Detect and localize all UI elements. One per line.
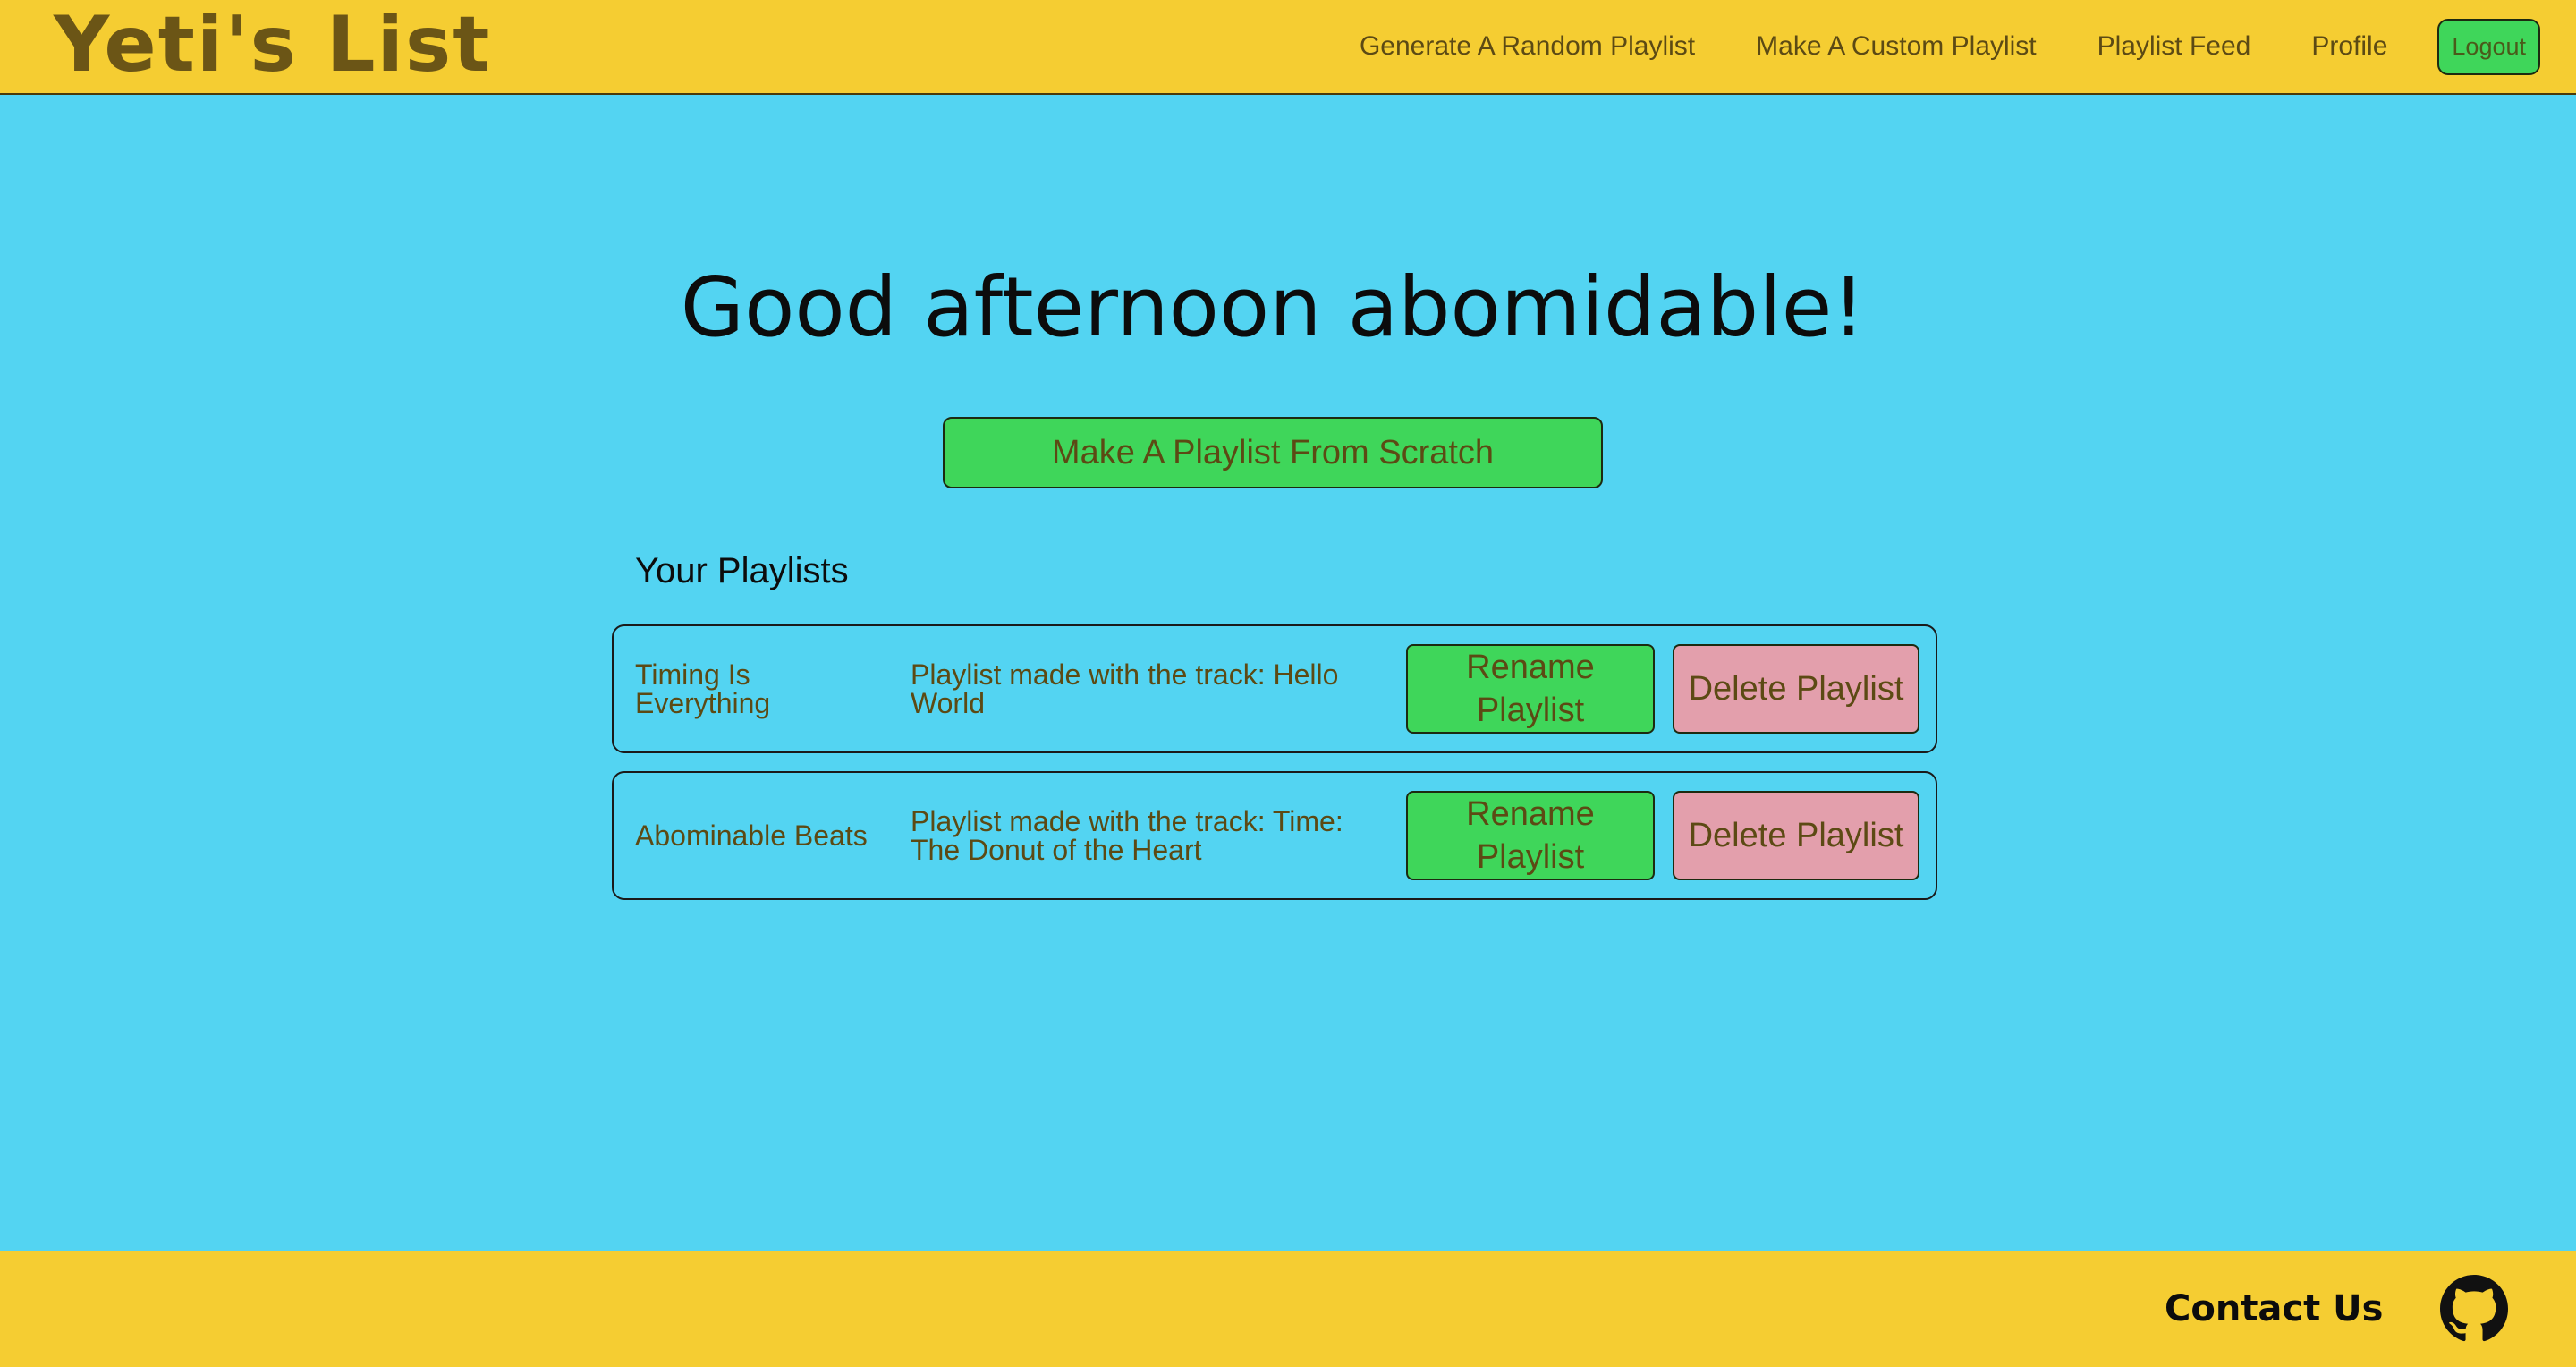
github-icon[interactable]: [2440, 1275, 2508, 1343]
site-logo[interactable]: Yeti's List: [54, 0, 491, 89]
nav-profile[interactable]: Profile: [2311, 31, 2387, 62]
playlist-name: Abominable Beats: [635, 819, 868, 852]
nav-random-playlist[interactable]: Generate A Random Playlist: [1360, 31, 1695, 62]
nav-custom-playlist[interactable]: Make A Custom Playlist: [1756, 31, 2036, 62]
footer: Contact Us: [0, 1251, 2576, 1367]
playlist-card: Timing Is Everything Playlist made with …: [612, 624, 1937, 753]
rename-playlist-button[interactable]: Rename Playlist: [1406, 791, 1655, 880]
rename-playlist-button[interactable]: Rename Playlist: [1406, 644, 1655, 734]
your-playlists-title: Your Playlists: [635, 551, 849, 590]
make-playlist-from-scratch-button[interactable]: Make A Playlist From Scratch: [943, 417, 1603, 488]
delete-playlist-button[interactable]: Delete Playlist: [1673, 644, 1919, 734]
playlist-description: Playlist made with the track: Hello Worl…: [911, 658, 1339, 719]
delete-playlist-button[interactable]: Delete Playlist: [1673, 791, 1919, 880]
playlist-description: Playlist made with the track: Time: The …: [911, 805, 1343, 866]
contact-us-link[interactable]: Contact Us: [2165, 1251, 2383, 1367]
greeting-heading: Good afternoon abomidable!: [680, 259, 1866, 355]
playlist-name: Timing Is Everything: [635, 658, 771, 719]
playlist-card: Abominable Beats Playlist made with the …: [612, 771, 1937, 900]
nav-playlist-feed[interactable]: Playlist Feed: [2097, 31, 2251, 62]
nav-bar: Generate A Random Playlist Make A Custom…: [1299, 0, 2540, 93]
logout-button[interactable]: Logout: [2437, 18, 2540, 75]
header: Yeti's List Generate A Random Playlist M…: [0, 0, 2576, 95]
